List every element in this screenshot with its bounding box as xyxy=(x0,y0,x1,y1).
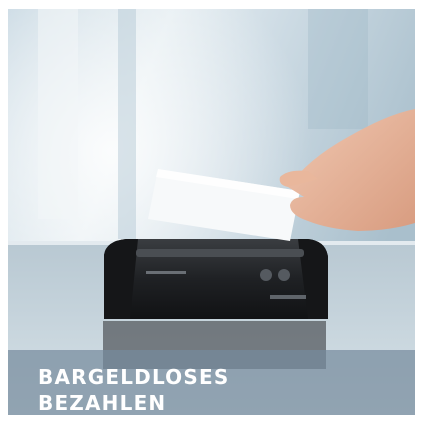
caption-line-1: BARGELDLOSES xyxy=(38,365,230,389)
payment-tile[interactable]: BARGELDLOSES BEZAHLEN xyxy=(8,9,415,415)
tile-caption: BARGELDLOSES BEZAHLEN xyxy=(38,364,229,415)
caption-line-2: BEZAHLEN xyxy=(38,391,167,415)
